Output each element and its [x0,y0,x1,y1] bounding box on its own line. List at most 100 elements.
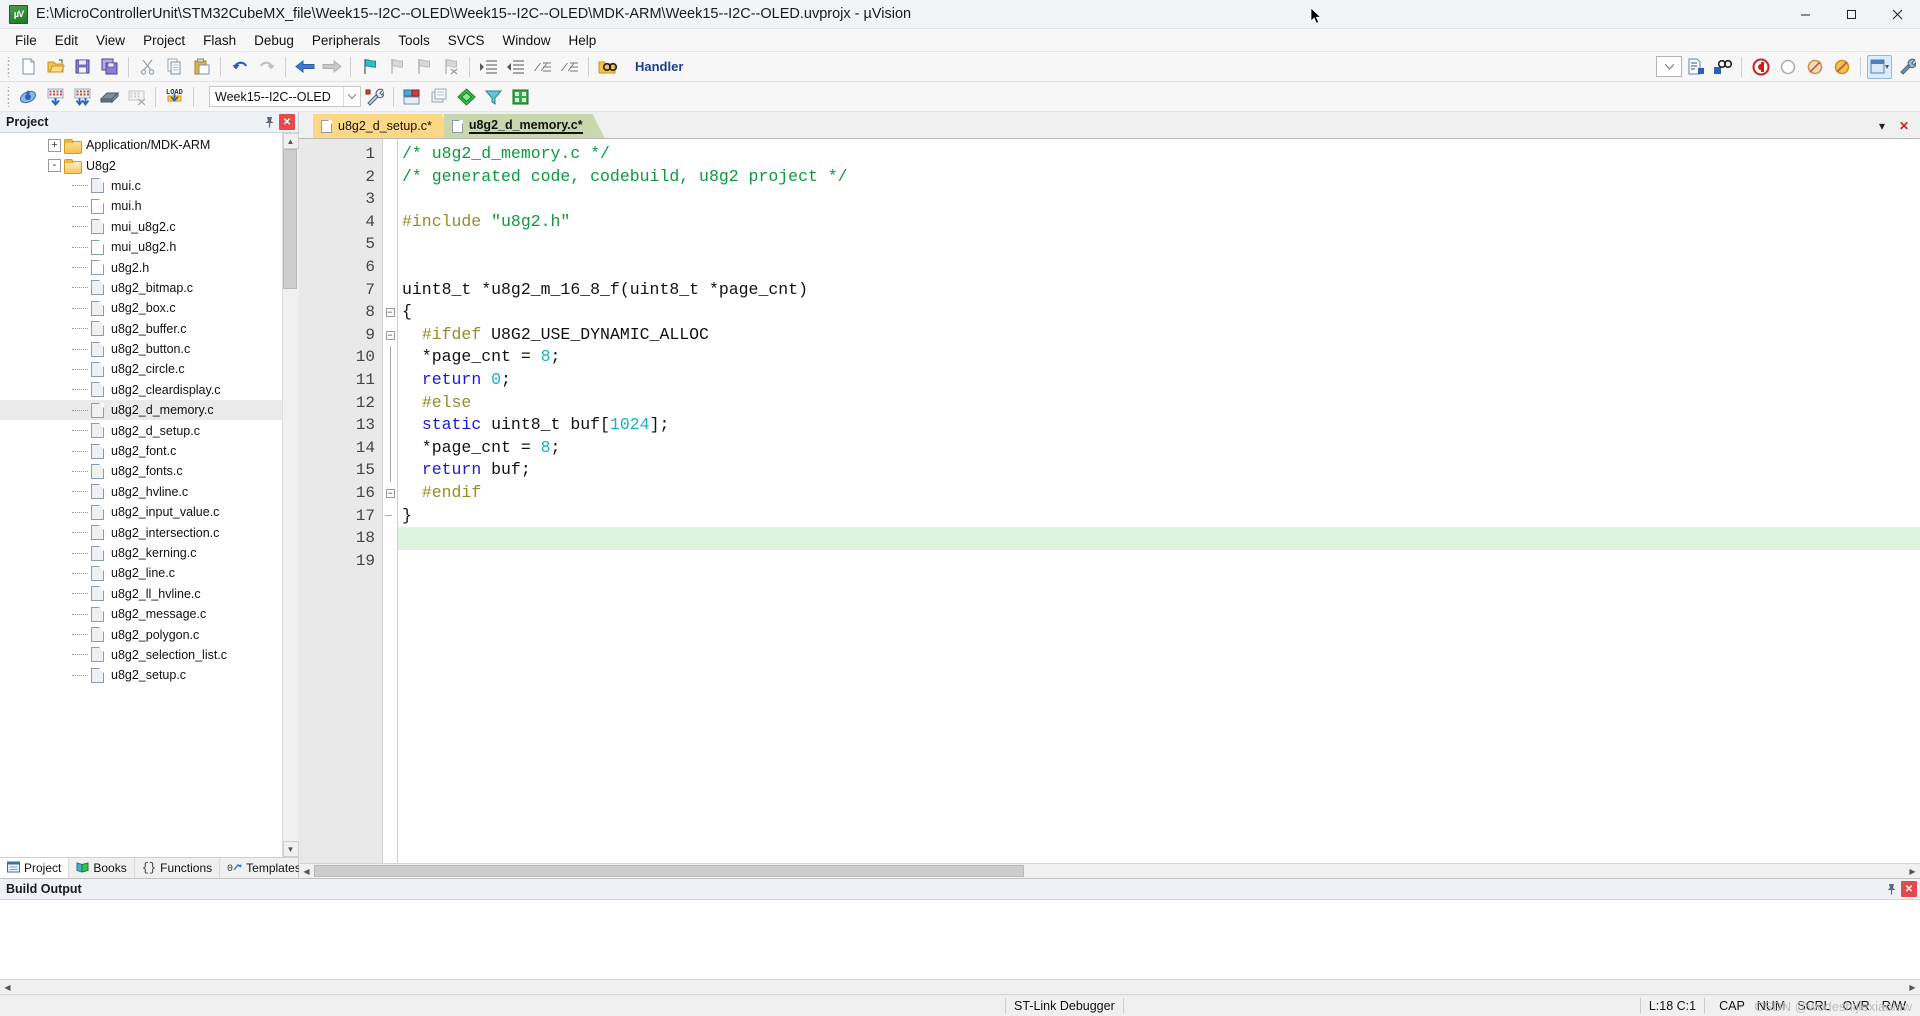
configure-icon[interactable] [1894,55,1919,79]
comment-icon[interactable]: // [530,55,555,79]
navigate-forward-icon[interactable] [319,55,344,79]
tab-close-icon[interactable]: ✕ [1896,118,1912,134]
tree-item-u8g2-message-c[interactable]: u8g2_message.c [0,604,282,624]
build-output-text[interactable] [0,900,1920,979]
manage-components-icon[interactable] [508,85,533,109]
translate-icon[interactable] [16,85,41,109]
code-line[interactable]: /* generated code, codebuild, u8g2 proje… [398,166,1920,189]
navigate-back-icon[interactable] [292,55,317,79]
code-line[interactable]: return buf; [398,459,1920,482]
tree-item-u8g2-hvline-c[interactable]: u8g2_hvline.c [0,482,282,502]
menu-flash[interactable]: Flash [194,31,245,50]
code-line[interactable] [398,188,1920,211]
code-line[interactable]: } [398,505,1920,528]
paste-icon[interactable] [189,55,214,79]
manage-project-items-icon[interactable] [400,85,425,109]
bookmark-prev-icon[interactable] [384,55,409,79]
code-line[interactable]: #include "u8g2.h" [398,211,1920,234]
menu-project[interactable]: Project [134,31,194,50]
tree-item-mui-u8g2-h[interactable]: mui_u8g2.h [0,237,282,257]
scroll-up-arrow[interactable]: ▲ [282,133,299,149]
code-line[interactable]: #else [398,392,1920,415]
close-button[interactable] [1874,0,1920,29]
close-icon[interactable]: ✕ [279,114,295,130]
expand-icon[interactable]: + [48,138,61,152]
uncomment-icon[interactable]: // [557,55,582,79]
manage-run-env-icon[interactable] [454,85,479,109]
build-output-horizontal-scrollbar[interactable]: ◀ ▶ [0,979,1920,994]
download-icon[interactable]: LOAD [162,85,187,109]
scroll-thumb[interactable] [282,149,297,289]
menu-tools[interactable]: Tools [389,31,439,50]
code-line[interactable]: return 0; [398,369,1920,392]
new-file-icon[interactable] [16,55,41,79]
menu-svcs[interactable]: SVCS [439,31,494,50]
tree-item-mui-u8g2-c[interactable]: mui_u8g2.c [0,217,282,237]
menu-edit[interactable]: Edit [46,31,87,50]
tree-item-u8g2-ll-hvline-c[interactable]: u8g2_ll_hvline.c [0,584,282,604]
debug-stop-icon[interactable] [1748,55,1773,79]
code-line[interactable]: *page_cnt = 8; [398,346,1920,369]
editor-horizontal-scrollbar[interactable]: ◀ ▶ [299,863,1920,878]
copy-icon[interactable] [162,55,187,79]
stop-build-icon[interactable] [124,85,149,109]
code-surface[interactable]: 1 2 3 4 5 6 7 8 9 10 11 12 13 14 15 16 17 18 19 − − − /* u8g… [299,139,1920,863]
fold-collapse-icon[interactable]: − [385,307,395,317]
tab-list-dropdown-icon[interactable]: ▾ [1874,118,1890,134]
code-folding-column[interactable]: − − − [383,139,398,863]
toolbar-grip[interactable] [5,86,12,107]
tree-item-u8g2-selection-list-c[interactable]: u8g2_selection_list.c [0,645,282,665]
build-icon[interactable] [43,85,68,109]
tree-item-u8g2-fonts-c[interactable]: u8g2_fonts.c [0,461,282,481]
rebuild-icon[interactable] [70,85,95,109]
fold-collapse-icon[interactable]: − [385,488,395,498]
filter-icon[interactable] [481,85,506,109]
tree-item-u8g2-box-c[interactable]: u8g2_box.c [0,298,282,318]
tab-project[interactable]: Project [0,858,70,878]
indent-icon[interactable] [476,55,501,79]
project-tree-scrollbar[interactable]: ▲ ▼ [282,133,299,857]
code-line[interactable]: #endif [398,482,1920,505]
tree-item-u8g2-d-memory-c[interactable]: u8g2_d_memory.c [0,400,282,421]
tree-item-u8g2-intersection-c[interactable]: u8g2_intersection.c [0,522,282,542]
redo-icon[interactable] [254,55,279,79]
tree-item-u8g2-cleardisplay-c[interactable]: u8g2_cleardisplay.c [0,380,282,400]
scroll-right-arrow[interactable]: ▶ [1905,980,1920,994]
scroll-down-arrow[interactable]: ▼ [282,841,299,857]
code-line[interactable] [398,256,1920,279]
collapse-icon[interactable]: - [48,159,61,173]
menu-help[interactable]: Help [560,31,606,50]
tab-templates[interactable]: 0 Templates [220,858,309,878]
code-line[interactable] [398,527,1920,550]
breakpoint-icon[interactable] [1775,55,1800,79]
disable-breakpoint-icon[interactable] [1802,55,1827,79]
code-line[interactable]: static uint8_t buf[1024]; [398,414,1920,437]
minimize-button[interactable] [1782,0,1828,29]
scroll-thumb[interactable] [314,865,1024,877]
kill-breakpoints-icon[interactable] [1829,55,1854,79]
editor-tab-u8g2-d-setup[interactable]: u8g2_d_setup.c* [313,114,454,138]
chevron-down-icon[interactable] [343,87,360,106]
tree-item-u8g2-circle-c[interactable]: u8g2_circle.c [0,359,282,379]
fold-marker[interactable]: − [383,324,397,347]
tree-item-application-mdk-arm[interactable]: + Application/MDK-ARM [0,135,282,155]
menu-peripherals[interactable]: Peripherals [303,31,389,50]
tree-item-u8g2-h[interactable]: u8g2.h [0,257,282,277]
tree-item-mui-c[interactable]: mui.c [0,176,282,196]
toolbar-grip[interactable] [5,56,12,77]
bookmark-clear-icon[interactable] [438,55,463,79]
menu-file[interactable]: File [6,31,46,50]
tree-item-u8g2-bitmap-c[interactable]: u8g2_bitmap.c [0,278,282,298]
menu-view[interactable]: View [87,31,134,50]
pin-icon[interactable] [1883,881,1899,897]
tree-item-u8g2-kerning-c[interactable]: u8g2_kerning.c [0,543,282,563]
menu-debug[interactable]: Debug [245,31,303,50]
batch-build-icon[interactable] [97,85,122,109]
tree-item-u8g2-buffer-c[interactable]: u8g2_buffer.c [0,319,282,339]
scroll-left-arrow[interactable]: ◀ [299,864,314,878]
tab-books[interactable]: Books [69,858,135,878]
bookmark-toggle-icon[interactable] [357,55,382,79]
scroll-right-arrow[interactable]: ▶ [1905,864,1920,878]
tree-item-mui-h[interactable]: mui.h [0,196,282,216]
code-line[interactable]: /* u8g2_d_memory.c */ [398,143,1920,166]
